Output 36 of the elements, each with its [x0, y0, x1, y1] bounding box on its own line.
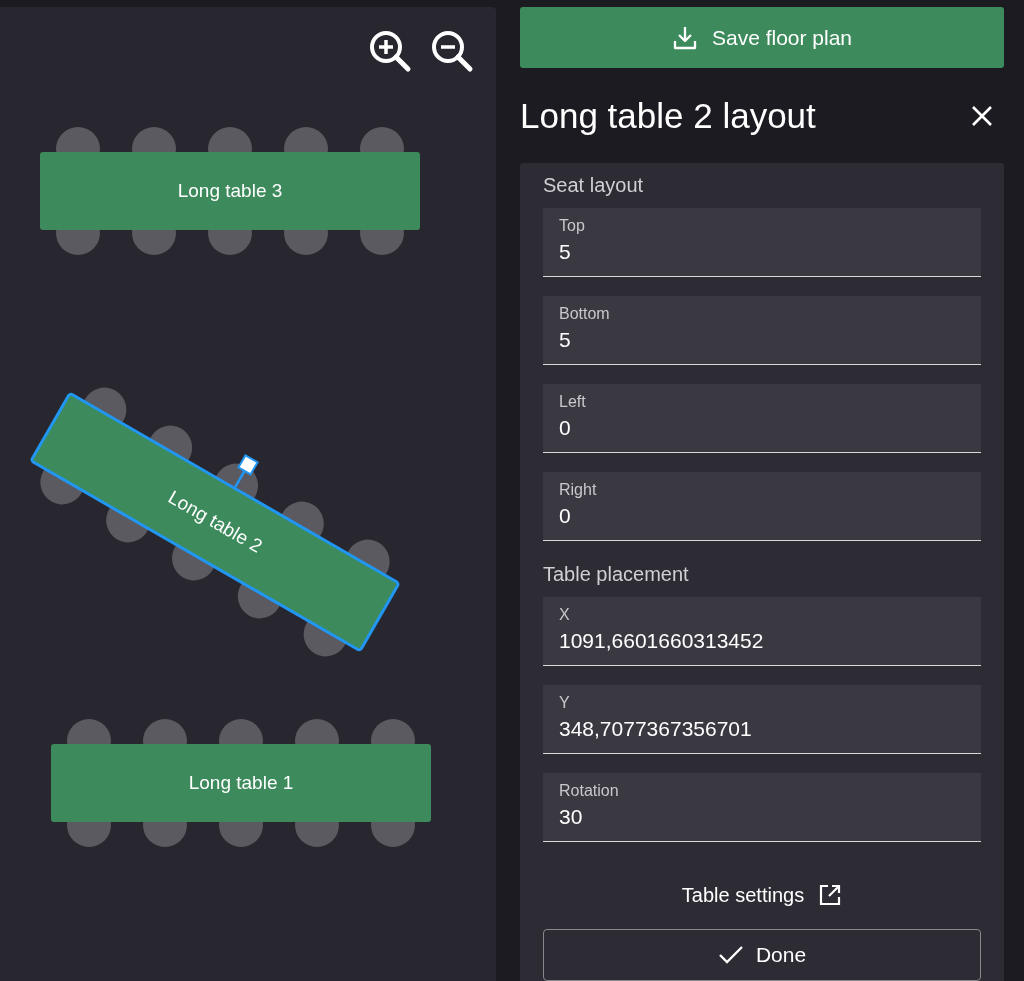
- field-value: 1091,6601660313452: [559, 629, 765, 653]
- table-label: Long table 3: [177, 180, 283, 201]
- external-link-icon: [818, 883, 843, 907]
- section-heading: Table placement: [543, 563, 690, 586]
- field-label: Y: [559, 694, 571, 712]
- table-settings-link[interactable]: Table settings: [681, 883, 843, 907]
- input-field[interactable]: Rotation 30: [543, 773, 981, 842]
- zoom-out-icon[interactable]: [430, 29, 474, 75]
- field-value: 0: [559, 504, 572, 528]
- section-heading: Seat layout: [543, 174, 645, 197]
- field-value: 5: [559, 240, 572, 264]
- input-field[interactable]: Y 348,7077367356701: [543, 685, 981, 754]
- rotation-handle[interactable]: [233, 453, 259, 488]
- field-value: 0: [559, 416, 572, 440]
- save-floor-plan-button[interactable]: Save floor plan: [520, 7, 1004, 68]
- download-icon: [671, 24, 698, 51]
- input-field[interactable]: Left 0: [543, 384, 981, 453]
- panel-title: Long table 2 layout: [520, 95, 816, 136]
- zoom-in-icon[interactable]: [368, 29, 412, 75]
- close-icon[interactable]: [970, 103, 994, 128]
- field-label: Left: [559, 393, 587, 411]
- input-field[interactable]: Bottom 5: [543, 296, 981, 365]
- field-label: Rotation: [559, 782, 620, 800]
- field-label: Top: [559, 217, 586, 235]
- field-value: 5: [559, 328, 572, 352]
- field-value: 348,7077367356701: [559, 717, 753, 741]
- field-label: X: [559, 606, 571, 624]
- input-field[interactable]: Top 5: [543, 208, 981, 277]
- field-value: 30: [559, 805, 584, 829]
- done-button[interactable]: Done: [543, 929, 981, 981]
- table-label: Long table 1: [188, 772, 294, 793]
- checkmark-icon: [717, 944, 744, 966]
- field-label: Right: [559, 481, 598, 499]
- input-field[interactable]: Right 0: [543, 472, 981, 541]
- field-label: Bottom: [559, 305, 611, 323]
- input-field[interactable]: X 1091,6601660313452: [543, 597, 981, 666]
